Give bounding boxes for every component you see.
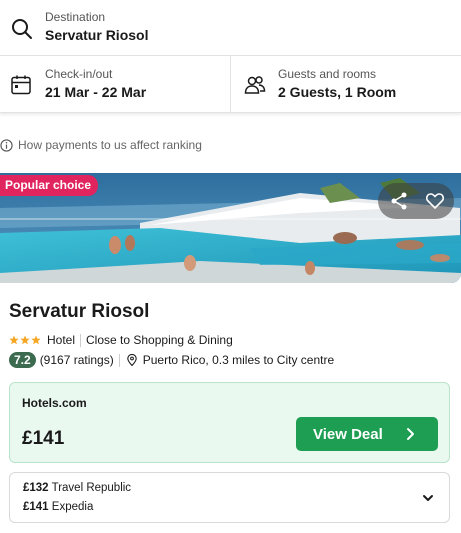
hotel-name[interactable]: Servatur Riosol xyxy=(9,301,149,323)
people-icon xyxy=(244,76,266,94)
other-deal-price: £141 xyxy=(23,501,49,513)
destination-label: Destination xyxy=(45,10,106,24)
dates-value: 21 Mar - 22 Mar xyxy=(45,84,147,100)
hotel-feature: Close to Shopping & Dining xyxy=(86,333,233,347)
guests-value: 2 Guests, 1 Room xyxy=(278,84,397,100)
star-icon xyxy=(31,335,41,345)
search-summary: Destination Servatur Riosol Check-in/out… xyxy=(0,0,461,113)
ranking-info-link[interactable]: How payments to us affect ranking xyxy=(0,137,202,153)
other-deals-dropdown[interactable]: £132 Travel Republic £141 Expedia xyxy=(9,472,450,523)
other-deal-price: £132 xyxy=(23,482,49,494)
star-icon xyxy=(20,335,30,345)
deal-provider: Hotels.com xyxy=(22,396,87,410)
other-deal-row: £141 Expedia xyxy=(23,501,93,513)
destination-field[interactable]: Destination Servatur Riosol xyxy=(0,0,461,56)
ratings-count[interactable]: (9167 ratings) xyxy=(40,353,114,367)
star-rating xyxy=(9,335,41,345)
best-deal-card[interactable]: Hotels.com £141 View Deal xyxy=(9,382,450,463)
guests-field[interactable]: Guests and rooms 2 Guests, 1 Room xyxy=(231,56,461,113)
location-pin-icon xyxy=(126,354,137,366)
rating-row: 7.2 (9167 ratings) Puerto Rico, 0.3 mile… xyxy=(9,351,334,369)
search-icon xyxy=(12,19,32,39)
view-deal-label: View Deal xyxy=(313,425,383,443)
share-button[interactable] xyxy=(384,186,414,216)
review-score-badge: 7.2 xyxy=(9,352,36,368)
hotel-location: Puerto Rico, 0.3 miles to City centre xyxy=(142,353,335,367)
other-deal-provider: Expedia xyxy=(51,501,94,513)
guests-label: Guests and rooms xyxy=(278,67,377,81)
chevron-right-icon xyxy=(407,428,414,440)
dates-field[interactable]: Check-in/out 21 Mar - 22 Mar xyxy=(0,56,231,113)
hotel-meta: Hotel Close to Shopping & Dining xyxy=(9,332,233,348)
ranking-text: How payments to us affect ranking xyxy=(18,138,202,152)
dates-label: Check-in/out xyxy=(45,67,113,81)
destination-value: Servatur Riosol xyxy=(45,27,149,43)
deal-price: £141 xyxy=(22,428,65,449)
share-icon xyxy=(391,192,407,210)
divider xyxy=(118,353,120,367)
hotel-type: Hotel xyxy=(47,333,76,347)
star-icon xyxy=(9,335,19,345)
other-deal-row: £132 Travel Republic xyxy=(23,482,131,494)
info-icon xyxy=(0,138,13,152)
popular-choice-badge: Popular choice xyxy=(0,175,99,196)
save-favourite-button[interactable] xyxy=(420,186,450,216)
heart-icon xyxy=(425,193,445,209)
chevron-down-icon[interactable] xyxy=(421,491,435,505)
calendar-icon xyxy=(11,75,31,95)
other-deal-provider: Travel Republic xyxy=(51,482,132,494)
divider xyxy=(80,333,82,347)
view-deal-button[interactable]: View Deal xyxy=(296,417,438,451)
